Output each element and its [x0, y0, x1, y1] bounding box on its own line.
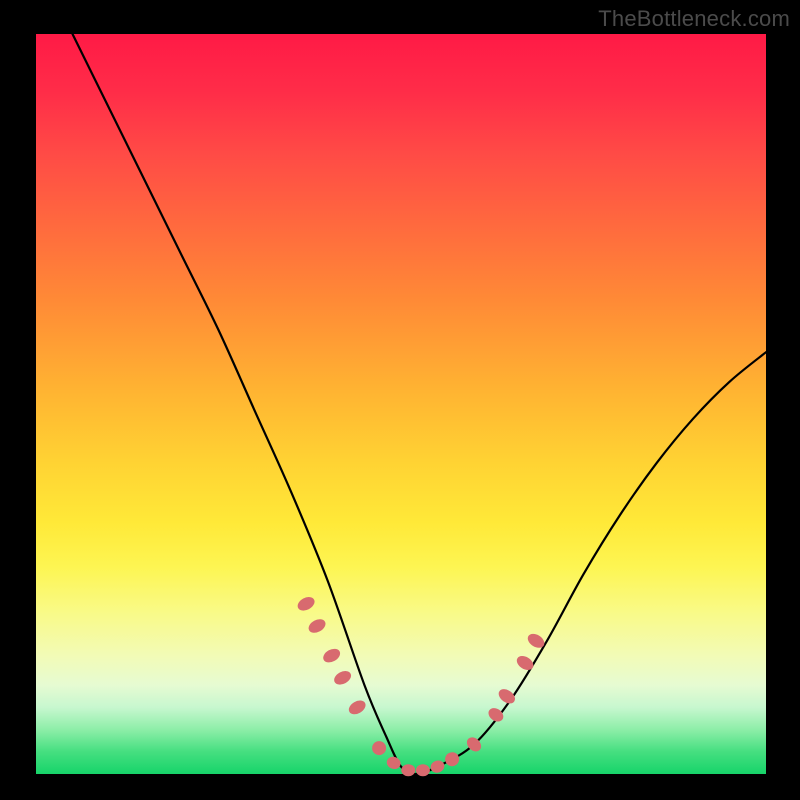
curve-marker	[416, 764, 430, 776]
curve-marker	[346, 698, 368, 717]
curve-marker	[514, 653, 536, 673]
watermark-text: TheBottleneck.com	[598, 6, 790, 32]
marker-group	[295, 594, 547, 776]
chart-frame: TheBottleneck.com	[0, 0, 800, 800]
bottleneck-curve	[73, 34, 767, 774]
curve-marker	[332, 668, 354, 687]
curve-marker	[401, 764, 415, 776]
curve-marker	[295, 594, 317, 613]
curve-svg	[36, 34, 766, 774]
plot-area	[36, 34, 766, 774]
curve-marker	[369, 738, 389, 758]
curve-marker	[429, 759, 446, 775]
curve-marker	[306, 616, 328, 635]
curve-marker	[442, 749, 461, 768]
curve-marker	[321, 646, 343, 665]
curve-marker	[385, 755, 402, 771]
